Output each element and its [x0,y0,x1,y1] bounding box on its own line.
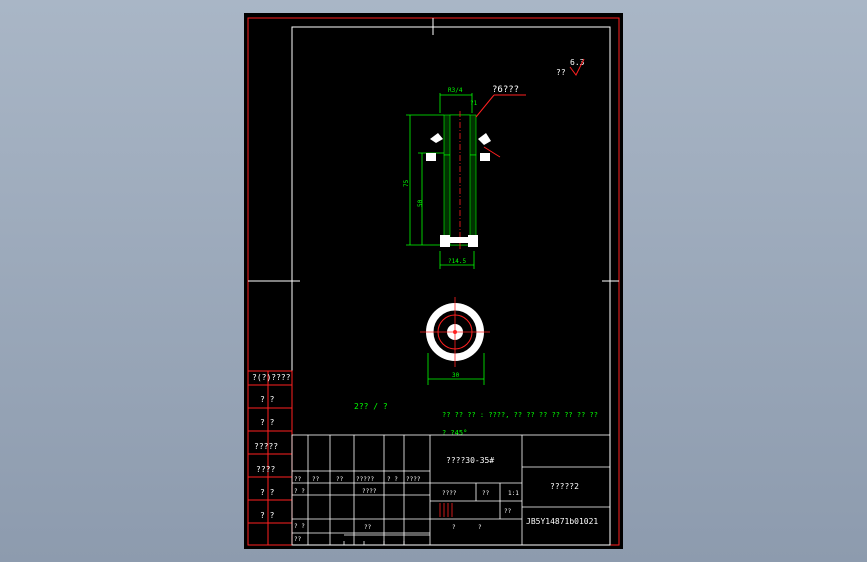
material: ????30-35# [446,456,494,465]
strip-label-0: ?(?)???? [252,373,291,382]
scale-box: 1:1 [508,490,519,497]
strip-label-2: ? ? [260,418,275,427]
callout-top: ?6??? [492,85,519,95]
scale-note: 2?? / ? [354,402,388,411]
roughness-label: ?? [556,68,566,77]
strip-label-6: ? ? [260,511,275,520]
tech-requirement-line1: ?? ?? ?? : ????, ?? ?? ?? ?? ?? ?? ?? [442,411,598,419]
tb-row1-4: ? ? [387,476,398,483]
tb-row3-2: ? [452,524,456,531]
dim-bottom-diameter: ?14.5 [448,258,466,265]
tb-row2-3: ?? [482,490,490,497]
tb-row1-1: ?? [312,476,320,483]
tb-row3-0: ? ? [294,523,305,530]
part-name: ?????2 [550,482,579,491]
strip-label-3: ????? [254,442,278,451]
tb-row2-1: ???? [362,488,377,495]
tb-row2-0: ? ? [294,488,305,495]
dim-shank-length: 50 [417,199,424,207]
tb-row2-4: ?? [504,508,512,515]
tb-row3-4: ?? [294,536,302,543]
front-view [406,93,526,269]
dim-head-diameter: 30 [452,372,460,379]
tb-row1-5: ???? [406,476,421,483]
outer-frame [247,17,620,546]
drawing-number: JB5Y14871b01021 [526,517,598,526]
tb-row3-3: ? [478,524,482,531]
tb-row1-0: ?? [294,476,302,483]
dim-total-length: 75 [403,179,410,187]
tech-requirement-line2: ? ?45° [442,429,467,437]
tb-row1-3: ????? [356,476,374,483]
strip-label-4: ???? [256,465,275,474]
dim-thread: R3/4 [448,87,463,94]
tb-row2-2: ???? [442,490,457,497]
drawing-sheet: ?(?)???? ? ? ? ? ????? ???? ? ? ? ? ?? 6… [244,13,623,549]
dim-chamfer: ?1 [470,100,478,107]
tb-row1-2: ?? [336,476,344,483]
strip-label-1: ? ? [260,395,275,404]
cad-drawing: ?(?)???? ? ? ? ? ????? ???? ? ? ? ? ?? 6… [247,17,620,546]
tb-row3-1: ?? [364,524,372,531]
strip-label-5: ? ? [260,488,275,497]
